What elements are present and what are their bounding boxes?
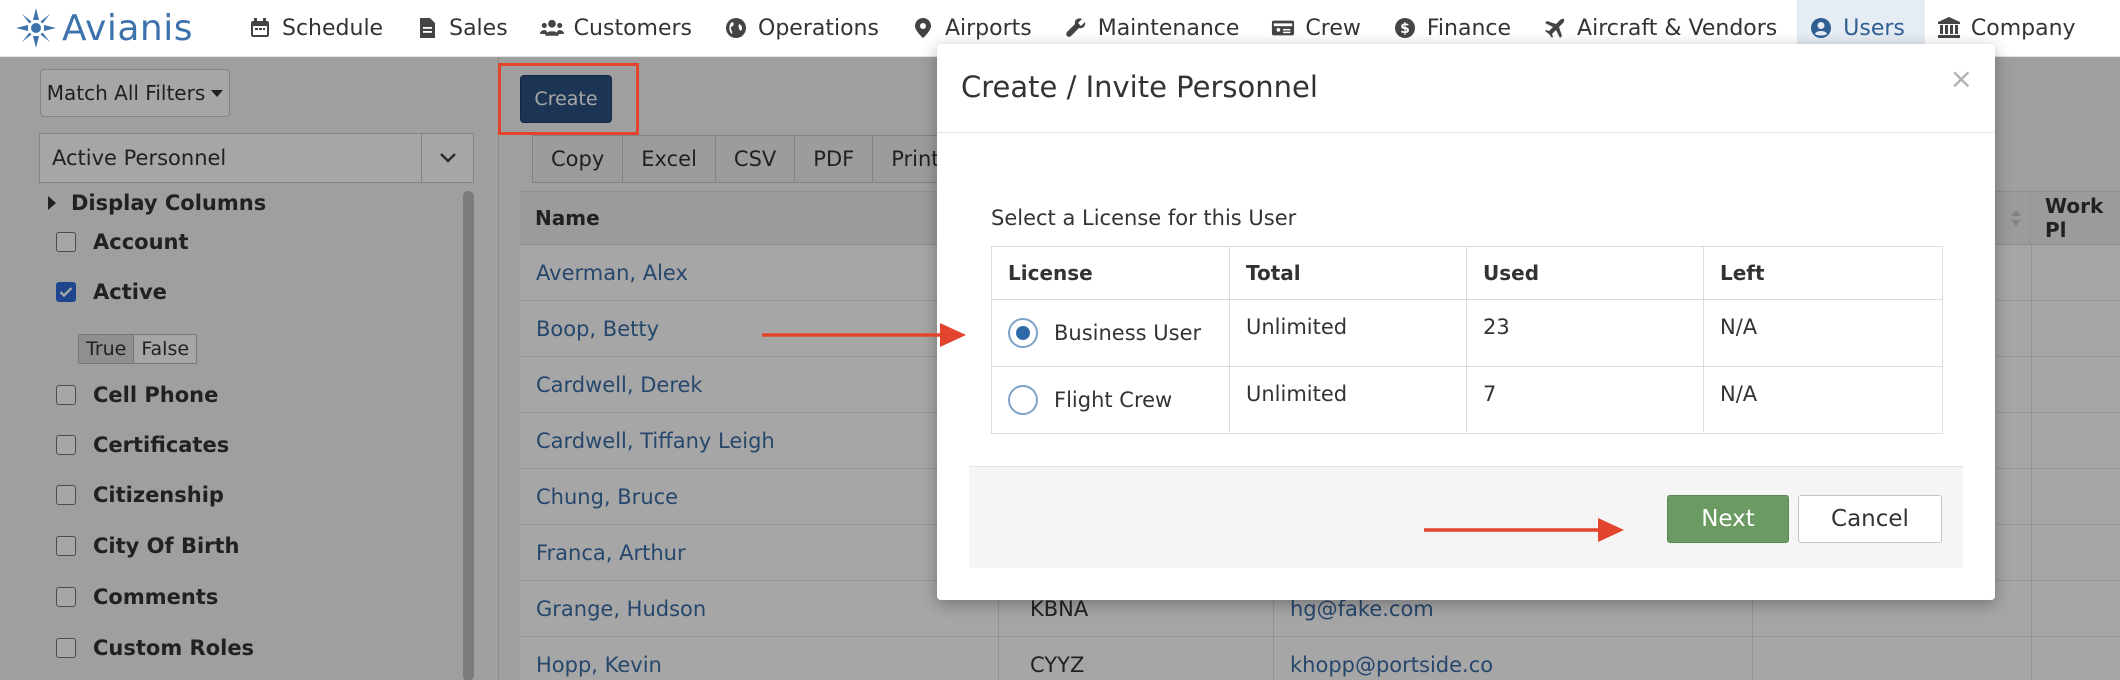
nav-label: Operations [758, 15, 879, 41]
license-name: Flight Crew [1054, 387, 1173, 412]
svg-text:$: $ [1400, 21, 1410, 37]
next-button[interactable]: Next [1667, 495, 1789, 543]
nav-label: Customers [573, 15, 692, 41]
annotation-arrow-icon [762, 323, 966, 347]
used-header: Used [1467, 247, 1704, 300]
calendar-icon [251, 18, 269, 37]
nav-operations[interactable]: Operations [712, 0, 899, 57]
total-header: Total [1230, 247, 1467, 300]
modal-title: Create / Invite Personnel [961, 70, 1318, 104]
license-table: License Total Used Left Business User Un… [991, 246, 1943, 434]
nav-label: Maintenance [1097, 15, 1240, 41]
wrench-icon [1065, 18, 1085, 37]
license-option-flight-crew[interactable]: Flight Crew [992, 366, 1230, 432]
nav-label: Airports [944, 15, 1032, 41]
dollar-icon: $ [1394, 18, 1415, 38]
annotation-arrow-icon [1424, 518, 1624, 542]
license-name: Business User [1054, 321, 1202, 345]
nav-schedule[interactable]: Schedule [236, 0, 403, 57]
id-card-icon [1272, 20, 1295, 36]
cancel-button[interactable]: Cancel [1798, 495, 1942, 543]
radio-unselected[interactable] [1008, 384, 1038, 415]
license-used: 23 [1467, 300, 1704, 366]
nav-sales[interactable]: Sales [403, 0, 528, 57]
nav-label: Aircraft & Vendors [1577, 15, 1778, 41]
nav-label: Company [1970, 15, 2076, 41]
license-total: Unlimited [1230, 300, 1467, 366]
radio-selected[interactable] [1008, 318, 1038, 348]
building-icon [1937, 17, 1960, 38]
modal-header: Create / Invite Personnel × [937, 44, 1995, 133]
plane-icon [1545, 18, 1565, 38]
nav-label: Sales [449, 15, 508, 41]
map-pin-icon [914, 18, 931, 38]
close-icon[interactable]: × [1950, 62, 1973, 95]
user-circle-icon [1811, 18, 1832, 38]
radio-dot [1016, 326, 1030, 340]
globe-icon [726, 18, 746, 38]
license-left: N/A [1704, 366, 1942, 432]
document-icon [420, 18, 436, 38]
annotation-highlight-box [498, 63, 639, 135]
avianis-logo-icon [16, 8, 56, 48]
license-total: Unlimited [1230, 366, 1467, 432]
left-header: Left [1704, 247, 1942, 300]
brand[interactable]: Avianis [14, 6, 236, 50]
license-left: N/A [1720, 315, 1758, 339]
users-icon [539, 19, 564, 36]
nav-label: Crew [1305, 15, 1361, 41]
license-used: 7 [1467, 366, 1704, 432]
nav-label: Schedule [282, 15, 384, 41]
nav-label: Finance [1426, 15, 1512, 41]
brand-name: Avianis [62, 7, 193, 49]
license-option-business-user[interactable]: Business User [992, 300, 1230, 366]
nav-customers[interactable]: Customers [528, 0, 712, 57]
license-header: License [992, 247, 1230, 300]
license-prompt: Select a License for this User [991, 206, 1297, 230]
nav-label: Users [1843, 15, 1905, 41]
